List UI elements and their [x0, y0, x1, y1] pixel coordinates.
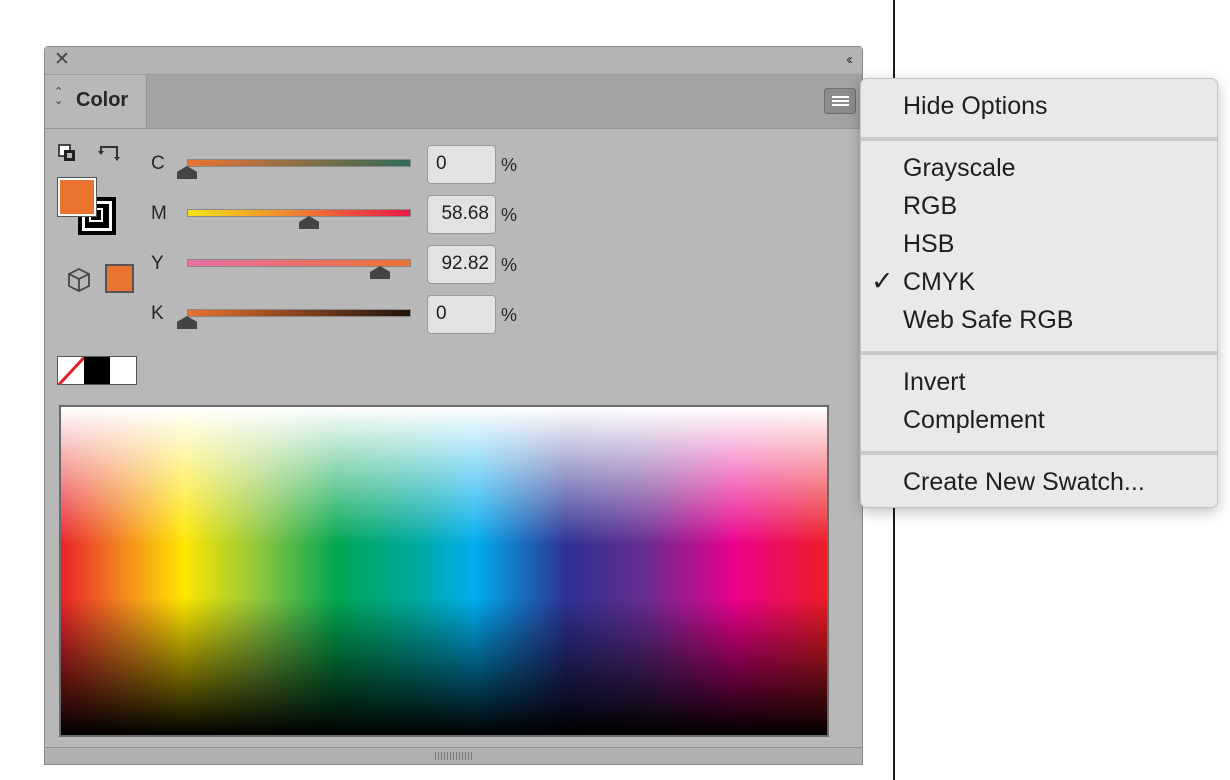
percent-unit-label: %	[501, 205, 518, 225]
slider-track-c[interactable]	[187, 159, 411, 167]
menu-item-hide-options[interactable]: Hide Options	[861, 85, 1217, 123]
slider-row-c: C 0%	[145, 145, 545, 185]
slider-label-c: C	[151, 153, 165, 174]
out-of-gamut-cube-icon[interactable]	[65, 266, 93, 294]
menu-item-rgb[interactable]: RGB	[861, 185, 1217, 223]
menu-item-web-safe-rgb[interactable]: Web Safe RGB	[861, 299, 1217, 337]
slider-row-y: Y 92.82%	[145, 245, 545, 285]
panel-menu-button[interactable]	[824, 88, 856, 114]
slider-label-y: Y	[151, 253, 164, 274]
menu-item-label: Web Safe RGB	[903, 306, 1074, 334]
menu-item-create-new-swatch[interactable]: Create New Swatch...	[861, 461, 1217, 499]
panel-titlebar[interactable]: ✕ ‹‹	[45, 47, 862, 75]
panel-bottom-bar	[45, 747, 862, 764]
tab-color[interactable]: ⌃ ⌄ Color	[45, 75, 147, 128]
black-color-swatch[interactable]	[84, 357, 110, 384]
percent-unit-label: %	[501, 255, 518, 275]
percent-unit-label: %	[501, 155, 518, 175]
slider-track-y[interactable]	[187, 259, 411, 267]
menu-separator	[861, 351, 1217, 355]
menu-item-label: Invert	[903, 368, 966, 396]
menu-item-label: HSB	[903, 230, 955, 258]
checkmark-icon: ✓	[871, 266, 894, 296]
slider-label-k: K	[151, 303, 164, 324]
menu-item-label: RGB	[903, 192, 958, 220]
slider-label-m: M	[151, 203, 167, 224]
menu-item-hsb[interactable]: HSB	[861, 223, 1217, 261]
toggle-options-icon[interactable]: ⌃ ⌄	[54, 87, 63, 107]
menu-item-complement[interactable]: Complement	[861, 399, 1217, 437]
menu-item-label: CMYK	[903, 268, 976, 296]
menu-item-label: Grayscale	[903, 154, 1016, 182]
white-color-swatch[interactable]	[110, 357, 136, 384]
percent-unit-label: %	[501, 305, 518, 325]
menu-separator	[861, 137, 1217, 141]
menu-item-label: Complement	[903, 406, 1045, 434]
menu-separator	[861, 451, 1217, 455]
close-panel-icon[interactable]: ✕	[54, 50, 70, 70]
in-gamut-color-swatch[interactable]	[105, 264, 134, 293]
resize-grip-icon[interactable]	[435, 752, 473, 760]
color-spectrum-ramp[interactable]	[59, 405, 829, 737]
none-color-swatch[interactable]	[58, 357, 84, 384]
slider-track-m[interactable]	[187, 209, 411, 217]
value-field-m[interactable]: 58.68	[427, 195, 496, 234]
menu-item-label: Hide Options	[903, 92, 1048, 120]
value-field-c[interactable]: 0	[427, 145, 496, 184]
swap-fill-stroke-icon[interactable]	[97, 144, 121, 166]
tab-color-label: Color	[76, 89, 129, 111]
color-panel: ✕ ‹‹ ⌃ ⌄ Color C 0% M 58.68% Y 92.82% K 0%	[44, 46, 863, 765]
panel-tab-row: ⌃ ⌄ Color	[45, 75, 862, 129]
slider-row-k: K 0%	[145, 295, 545, 335]
menu-item-cmyk[interactable]: ✓ CMYK	[861, 261, 1217, 299]
menu-item-invert[interactable]: Invert	[861, 361, 1217, 399]
slider-track-k[interactable]	[187, 309, 411, 317]
panel-flyout-menu: Hide Options Grayscale RGB HSB ✓ CMYK Web Safe…	[860, 78, 1218, 508]
value-field-k[interactable]: 0	[427, 295, 496, 334]
slider-row-m: M 58.68%	[145, 195, 545, 235]
fill-color-swatch[interactable]	[58, 178, 96, 216]
menu-item-label: Create New Swatch...	[903, 468, 1145, 496]
collapse-panel-icon[interactable]: ‹‹	[846, 51, 853, 68]
quick-swatches	[57, 356, 137, 385]
value-field-y[interactable]: 92.82	[427, 245, 496, 284]
menu-item-grayscale[interactable]: Grayscale	[861, 147, 1217, 185]
default-fill-stroke-icon[interactable]	[58, 144, 76, 162]
